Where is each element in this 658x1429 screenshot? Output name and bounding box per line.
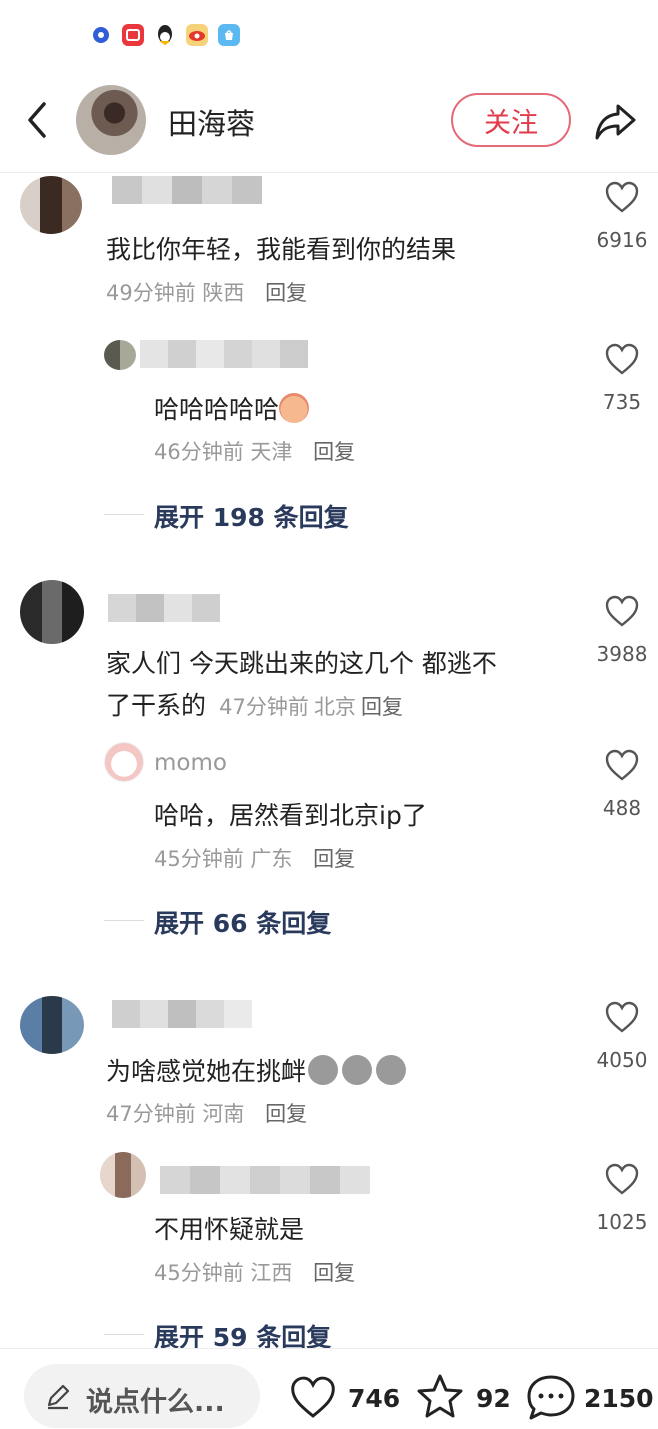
app-notification-icon [90,24,112,46]
page-title[interactable]: 田海蓉 [168,101,255,143]
commenter-name-blurred[interactable] [112,176,262,204]
like-post-button[interactable] [288,1374,338,1424]
comment-text: 家人们 今天跳出来的这几个 都逃不 [106,649,497,678]
commenter-avatar[interactable] [20,176,82,234]
doge-emoji-icon [308,1055,339,1085]
comment-text: 我比你年轻，我能看到你的结果 [106,235,457,264]
doge-emoji-icon [376,1055,407,1085]
reply-meta: 45分钟前 江西 回复 [154,1261,356,1285]
like-button[interactable] [604,342,640,380]
reply-avatar[interactable] [100,1152,146,1198]
expand-divider [104,514,144,515]
comment-count: 2150 [584,1384,654,1413]
post-like-count: 746 [348,1384,401,1413]
back-button[interactable] [20,100,56,140]
peach-emoji-icon [279,393,310,423]
like-button[interactable] [604,1162,640,1200]
expand-replies-button[interactable]: 展开 198 条回复 [154,498,349,534]
star-icon [417,1374,463,1418]
heart-icon [605,595,639,627]
expand-divider [104,1334,144,1335]
reply-name-blurred[interactable] [160,1166,370,1194]
author-avatar[interactable] [76,85,146,155]
comment-meta: 47分钟前 河南 回复 [106,1102,308,1126]
heart-icon [605,749,639,781]
commenter-avatar[interactable] [20,996,84,1054]
like-count: 6916 [596,228,648,252]
like-button[interactable] [604,1000,640,1038]
chat-bubble-icon [527,1375,575,1420]
like-button[interactable] [604,748,640,786]
shopping-bag-icon [218,24,240,46]
like-count: 735 [602,390,642,414]
reply-text: 不用怀疑就是 [154,1215,305,1244]
reply-button[interactable]: 回复 [265,1102,307,1126]
share-icon [595,104,636,140]
chevron-left-icon [28,102,46,138]
reply-button[interactable]: 回复 [313,1261,355,1285]
comment-time: 49分钟前 [106,281,196,305]
expand-replies-button[interactable]: 展开 66 条回复 [154,904,331,940]
like-count: 488 [602,796,642,820]
reply-button[interactable]: 回复 [361,695,403,719]
heart-icon [605,181,639,213]
comment-text: 为啥感觉她在挑衅 [106,1052,407,1088]
reply-meta: 45分钟前 广东 回复 [154,847,356,871]
comment-button[interactable] [524,1372,578,1428]
reply-button[interactable]: 回复 [313,847,355,871]
like-button[interactable] [604,180,640,218]
like-count: 1025 [596,1210,648,1234]
reply-button[interactable]: 回复 [265,281,307,305]
reply-text: 哈哈，居然看到北京ip了 [154,801,427,830]
reply-username[interactable]: momo [154,750,227,776]
like-count: 4050 [596,1048,648,1072]
like-button[interactable] [604,594,640,632]
favorite-button[interactable] [414,1372,466,1426]
comment-text-line2: 了干系的 47分钟前 北京 回复 [106,691,404,720]
weibo-icon [186,24,208,46]
follow-button[interactable]: 关注 [451,93,571,147]
commenter-name-blurred[interactable] [112,1000,252,1028]
favorite-count: 92 [476,1384,511,1413]
heart-icon [291,1376,335,1418]
commenter-name-blurred[interactable] [108,594,220,622]
qq-icon [154,24,176,46]
comment-meta: 49分钟前 陕西 回复 [106,277,307,307]
header-divider [0,172,658,173]
reply-avatar[interactable] [104,340,136,370]
reply-text: 哈哈哈哈哈 [154,390,310,426]
share-button[interactable] [592,98,638,144]
commenter-avatar[interactable] [20,580,84,644]
reply-button[interactable]: 回复 [313,440,355,464]
heart-icon [605,1163,639,1195]
comment-location: 陕西 [202,281,245,305]
reply-meta: 46分钟前 天津 回复 [154,440,356,464]
status-bar-icons [90,24,240,46]
heart-icon [605,343,639,375]
heart-icon [605,1001,639,1033]
like-count: 3988 [596,642,648,666]
reply-avatar[interactable] [104,742,144,782]
video-app-icon [122,24,144,46]
doge-emoji-icon [342,1055,373,1085]
reply-name-blurred[interactable] [140,340,308,368]
comment-input-placeholder[interactable]: 说点什么... [86,1380,225,1419]
expand-divider [104,920,144,921]
pencil-icon [44,1382,72,1414]
